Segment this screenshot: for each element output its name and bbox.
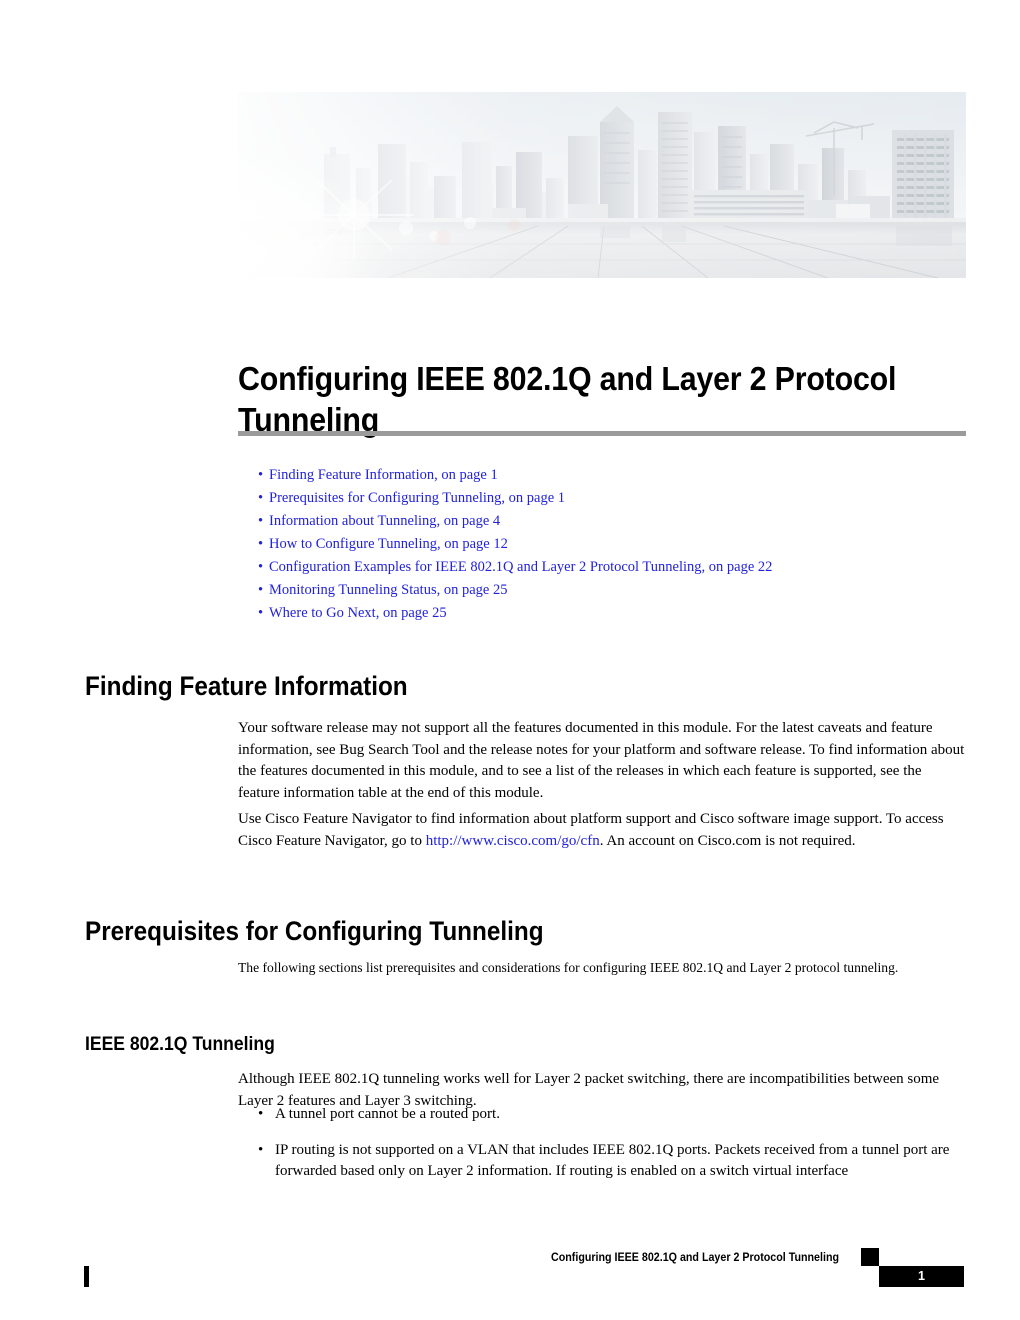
list-item-text: IP routing is not supported on a VLAN th… bbox=[275, 1141, 950, 1180]
left-margin-tab bbox=[84, 1266, 89, 1287]
page-title: Configuring IEEE 802.1Q and Layer 2 Prot… bbox=[238, 360, 897, 439]
title-divider bbox=[238, 431, 966, 436]
toc-item[interactable]: • Prerequisites for Configuring Tunneling… bbox=[258, 487, 958, 510]
toc-link-finding-feature-information[interactable]: Finding Feature Information, on page 1 bbox=[269, 467, 498, 483]
toc-item[interactable]: • How to Configure Tunneling, on page 12 bbox=[258, 533, 958, 556]
toc-item[interactable]: • Where to Go Next, on page 25 bbox=[258, 602, 958, 625]
bullet-glyph: • bbox=[258, 1106, 264, 1122]
footer-square-marker bbox=[861, 1248, 879, 1266]
city-skyline-banner bbox=[238, 92, 966, 278]
cisco-feature-navigator-link[interactable]: http://www.cisco.com/go/cfn bbox=[426, 833, 600, 849]
bullet-glyph: • bbox=[258, 513, 264, 529]
heading-ieee-8021q-tunneling: IEEE 802.1Q Tunneling bbox=[85, 1032, 275, 1055]
bullet-glyph: • bbox=[258, 582, 264, 598]
heading-prerequisites-for-configuring-tunneling: Prerequisites for Configuring Tunneling bbox=[85, 916, 544, 947]
chapter-toc-list: • Finding Feature Information, on page 1 … bbox=[258, 464, 958, 625]
bullet-glyph: • bbox=[258, 559, 264, 575]
paragraph-prerequisites: The following sections list prerequisite… bbox=[238, 959, 899, 975]
footer-chapter-title: Configuring IEEE 802.1Q and Layer 2 Prot… bbox=[551, 1252, 840, 1264]
paragraph-text-after-link: . An account on Cisco.com is not require… bbox=[599, 832, 856, 849]
bullet-glyph: • bbox=[258, 490, 264, 506]
bullet-glyph: • bbox=[258, 1141, 264, 1158]
bullet-glyph: • bbox=[258, 467, 264, 483]
toc-link-how-to-configure-tunneling[interactable]: How to Configure Tunneling, on page 12 bbox=[269, 536, 508, 552]
ieee-tunneling-bullet-list: • A tunnel port cannot be a routed port.… bbox=[258, 1104, 966, 1197]
toc-item[interactable]: • Finding Feature Information, on page 1 bbox=[258, 464, 958, 487]
banner-artwork bbox=[238, 92, 966, 278]
toc-link-prerequisites-for-configuring-tunneling[interactable]: Prerequisites for Configuring Tunneling,… bbox=[269, 490, 565, 506]
footer-page-number: 1 bbox=[918, 1269, 925, 1283]
document-page: Configuring IEEE 802.1Q and Layer 2 Prot… bbox=[0, 0, 1020, 1320]
list-item-text: A tunnel port cannot be a routed port. bbox=[275, 1106, 500, 1122]
list-item: • IP routing is not supported on a VLAN … bbox=[258, 1140, 966, 1183]
toc-item[interactable]: • Monitoring Tunneling Status, on page 25 bbox=[258, 579, 958, 602]
toc-link-configuration-examples[interactable]: Configuration Examples for IEEE 802.1Q a… bbox=[269, 559, 772, 575]
toc-link-information-about-tunneling[interactable]: Information about Tunneling, on page 4 bbox=[269, 513, 500, 529]
toc-link-monitoring-tunneling-status[interactable]: Monitoring Tunneling Status, on page 25 bbox=[269, 582, 507, 598]
toc-item[interactable]: • Information about Tunneling, on page 4 bbox=[258, 510, 958, 533]
list-item: • A tunnel port cannot be a routed port. bbox=[258, 1104, 966, 1126]
bullet-glyph: • bbox=[258, 605, 264, 621]
toc-link-where-to-go-next[interactable]: Where to Go Next, on page 25 bbox=[269, 605, 447, 621]
bullet-glyph: • bbox=[258, 536, 264, 552]
heading-finding-feature-information: Finding Feature Information bbox=[85, 671, 408, 702]
toc-item[interactable]: • Configuration Examples for IEEE 802.1Q … bbox=[258, 556, 958, 579]
paragraph-finding-feature-information-2: Use Cisco Feature Navigator to find info… bbox=[238, 809, 966, 852]
paragraph-finding-feature-information-1: Your software release may not support al… bbox=[238, 720, 965, 801]
